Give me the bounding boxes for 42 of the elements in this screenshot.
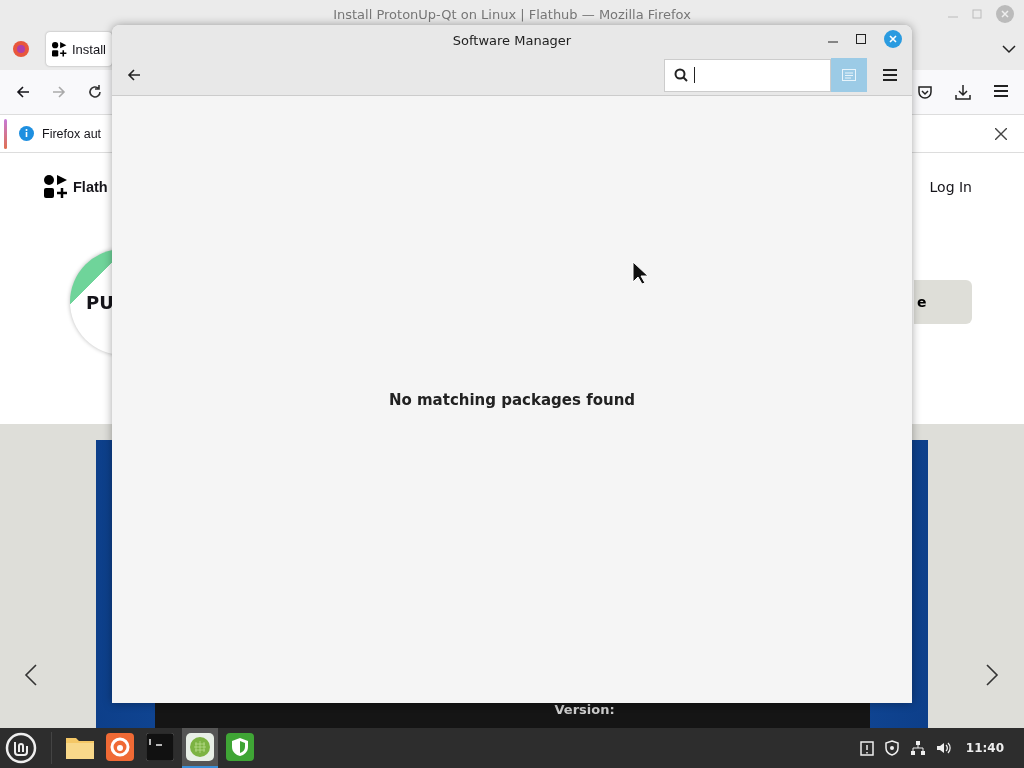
chevron-down-icon[interactable] — [1002, 44, 1016, 54]
install-button[interactable]: e — [914, 280, 972, 324]
window-title: Software Manager — [452, 32, 572, 48]
window-title: Install ProtonUp-Qt on Linux | Flathub — Mozilla Firefox — [333, 6, 691, 22]
site-name[interactable]: Flath — [73, 179, 108, 195]
menu-icon[interactable] — [993, 84, 1009, 98]
menu-icon[interactable] — [882, 68, 898, 82]
shield-app-icon — [226, 733, 254, 761]
list-icon — [842, 69, 856, 81]
cursor-icon — [632, 261, 650, 285]
search-field[interactable] — [664, 58, 831, 92]
clipboard-icon[interactable] — [859, 740, 874, 756]
terminal-icon — [146, 733, 174, 761]
folder-icon — [66, 735, 94, 759]
browser-tab[interactable]: Install — [46, 32, 112, 66]
version-label: Version: — [554, 703, 615, 719]
reload-icon[interactable] — [87, 84, 103, 100]
back-icon[interactable] — [15, 84, 31, 100]
back-icon[interactable] — [126, 67, 142, 83]
info-icon — [19, 126, 34, 141]
download-icon[interactable] — [955, 84, 971, 100]
grid-app-icon — [186, 733, 214, 761]
previous-icon[interactable] — [24, 664, 38, 686]
shield-icon[interactable] — [883, 740, 900, 756]
next-icon[interactable] — [985, 664, 999, 686]
site-logo-icon — [52, 41, 67, 57]
login-link[interactable]: Log In — [929, 179, 972, 195]
maximize-icon[interactable] — [856, 34, 866, 44]
clock[interactable]: 11:40 — [965, 741, 1004, 755]
menu-logo-icon[interactable] — [5, 732, 37, 764]
volume-icon[interactable] — [935, 740, 952, 756]
taskbar-app[interactable] — [182, 728, 218, 768]
browser-logo-icon[interactable] — [12, 40, 30, 58]
search-icon — [674, 68, 688, 82]
network-icon[interactable] — [909, 740, 926, 756]
empty-message: No matching packages found — [388, 390, 636, 409]
notification-text: Firefox aut — [42, 126, 102, 141]
filter-toggle[interactable] — [831, 58, 867, 92]
browser-icon — [106, 733, 134, 761]
site-logo-icon[interactable] — [44, 175, 68, 199]
pocket-icon[interactable] — [917, 84, 933, 100]
close-icon[interactable] — [995, 127, 1007, 140]
